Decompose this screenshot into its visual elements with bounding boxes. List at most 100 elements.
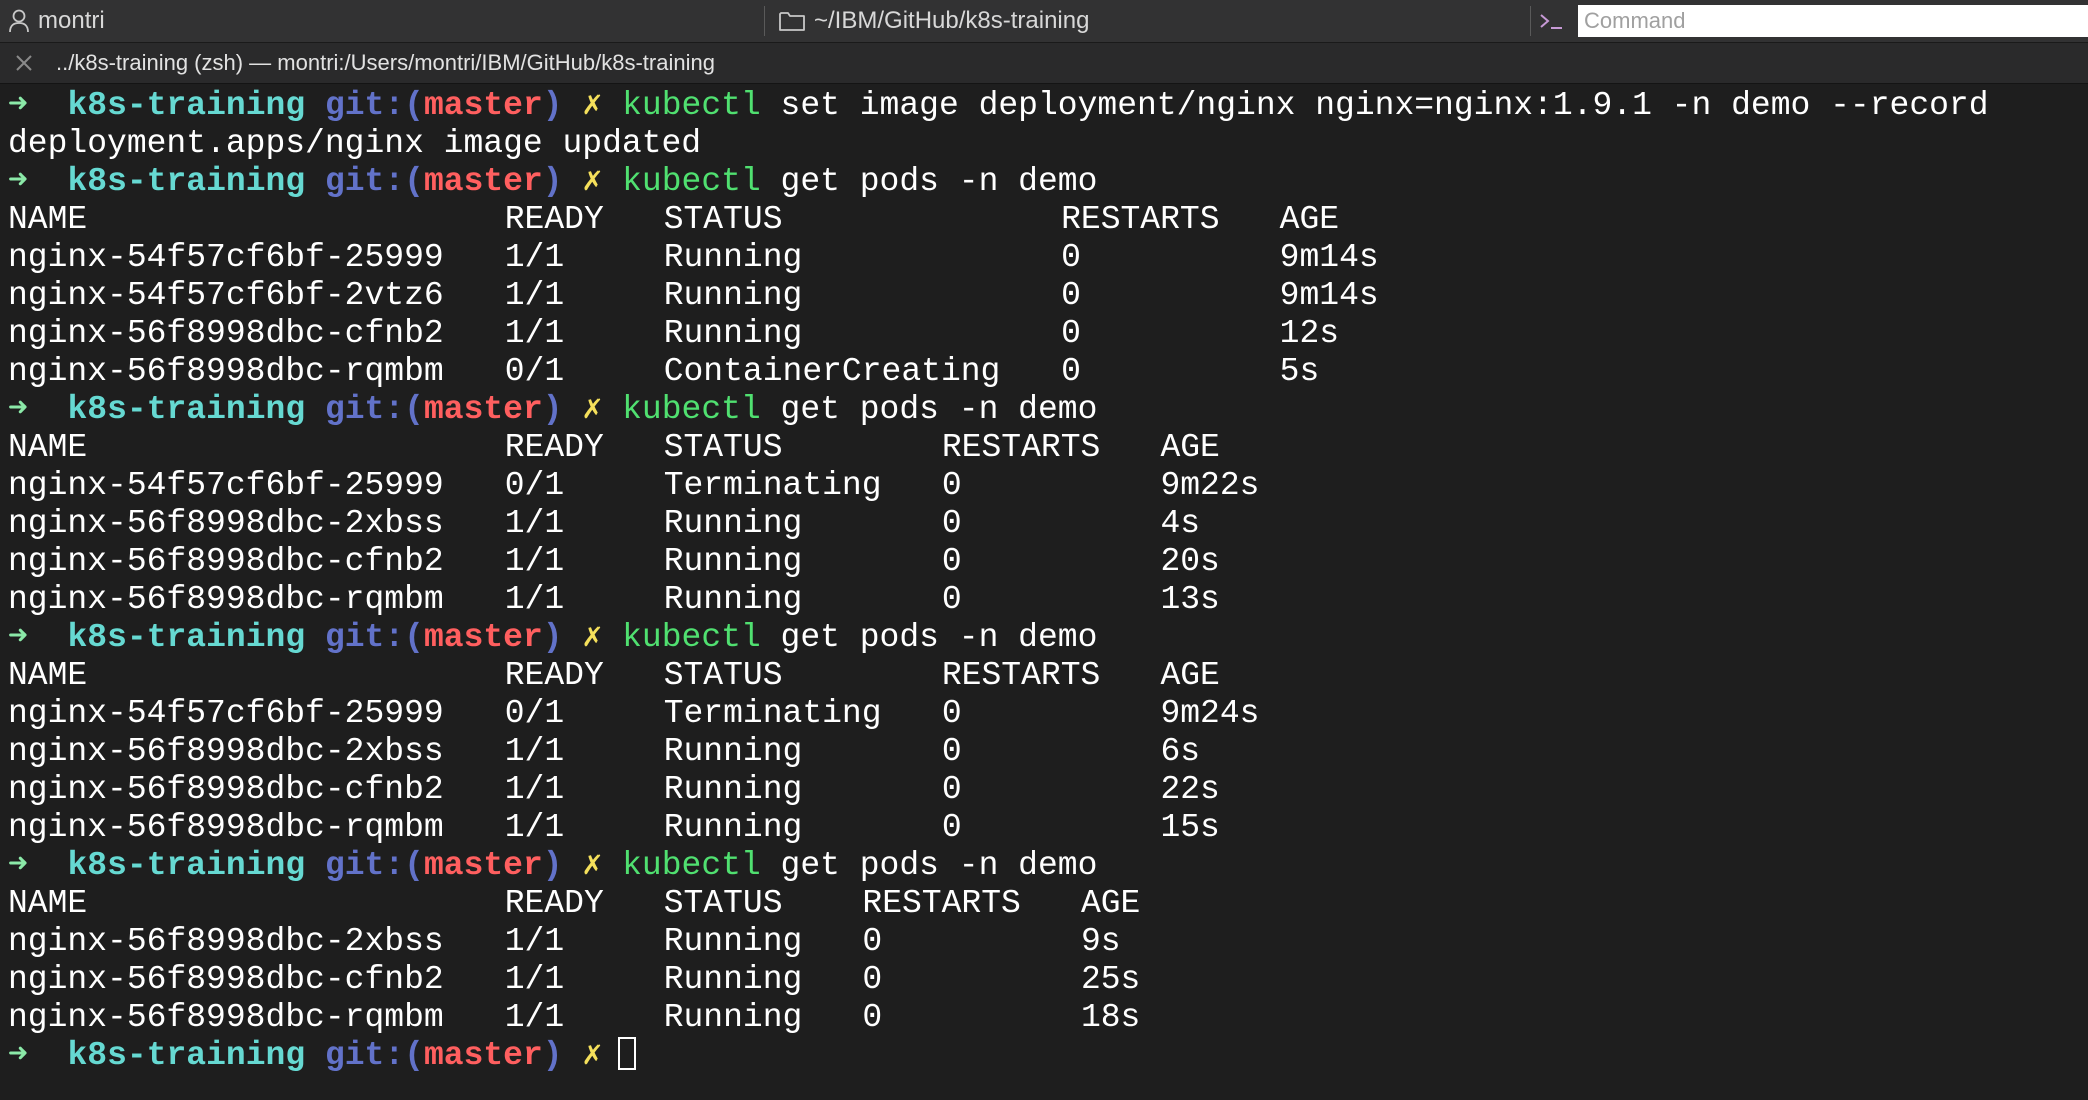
table-cell: 0 <box>1061 353 1081 390</box>
table-cell: ContainerCreating <box>663 353 1001 390</box>
user-icon <box>8 9 30 33</box>
column-header: AGE <box>1160 429 1220 466</box>
table-cell: Running <box>663 581 803 618</box>
column-header: NAME <box>8 429 88 466</box>
table-cell: 0 <box>862 999 883 1036</box>
prompt-git-close: ) <box>542 391 563 428</box>
path-segment[interactable]: ~/IBM/GitHub/k8s-training <box>778 0 1089 42</box>
table-cell: nginx-54f57cf6bf-25999 <box>8 239 444 276</box>
prompt-line: ➜ k8s-training git:(master) ✗ <box>8 1037 2080 1075</box>
command-name: kubectl <box>622 847 761 884</box>
command-name: kubectl <box>622 87 761 124</box>
table-cell: nginx-54f57cf6bf-2vtz6 <box>8 277 444 314</box>
user-segment[interactable]: montri <box>8 0 105 42</box>
prompt-branch: master <box>423 619 543 656</box>
prompt-git-label: git:( <box>324 1037 424 1074</box>
table-cell: Running <box>663 315 803 352</box>
current-path: ~/IBM/GitHub/k8s-training <box>814 7 1090 34</box>
table-cell: 0/1 <box>504 695 565 732</box>
prompt-line: ➜ k8s-training git:(master) ✗ kubectl ge… <box>8 391 2080 429</box>
table-row: nginx-56f8998dbc-rqmbm 1/1 Running 0 18s <box>8 999 2080 1037</box>
column-header: STATUS <box>663 429 783 466</box>
column-header: READY <box>504 657 604 694</box>
prompt-directory: k8s-training <box>67 847 306 884</box>
column-header: STATUS <box>663 657 783 694</box>
table-row: nginx-56f8998dbc-cfnb2 1/1 Running 0 22s <box>8 771 2080 809</box>
prompt-git-label: git:( <box>324 163 424 200</box>
command-input[interactable] <box>1578 5 2088 37</box>
column-header: READY <box>504 429 604 466</box>
table-cell: 12s <box>1279 315 1340 352</box>
prompt-branch: master <box>423 163 543 200</box>
prompt-dirty-mark: ✗ <box>582 1037 603 1074</box>
table-cell: Terminating <box>663 695 882 732</box>
terminal-output[interactable]: ➜ k8s-training git:(master) ✗ kubectl se… <box>8 87 2080 1097</box>
prompt-directory: k8s-training <box>67 619 306 656</box>
column-header: NAME <box>8 885 88 922</box>
table-cell: 1/1 <box>504 277 565 314</box>
table-cell: 0 <box>862 923 883 960</box>
table-cell: 1/1 <box>504 999 565 1036</box>
column-header: RESTARTS <box>1061 201 1220 238</box>
command-name: kubectl <box>622 391 761 428</box>
column-header: READY <box>504 201 604 238</box>
table-cell: 0 <box>941 733 962 770</box>
table-cell: 1/1 <box>504 923 565 960</box>
table-cell: 0 <box>1061 315 1081 352</box>
table-row: nginx-56f8998dbc-rqmbm 0/1 ContainerCreati… <box>8 353 2080 391</box>
table-cell: nginx-56f8998dbc-2xbss <box>8 733 444 770</box>
tab-title[interactable]: ../k8s-training (zsh) — montri:/Users/mo… <box>56 50 715 76</box>
table-cell: Running <box>663 733 803 770</box>
table-cell: nginx-56f8998dbc-rqmbm <box>8 809 444 846</box>
command-args: get pods -n demo <box>760 163 1098 200</box>
table-cell: nginx-56f8998dbc-cfnb2 <box>8 315 444 352</box>
prompt-line: ➜ k8s-training git:(master) ✗ kubectl se… <box>8 87 2080 125</box>
command-name: kubectl <box>622 163 761 200</box>
table-row: nginx-56f8998dbc-2xbss 1/1 Running 0 6s <box>8 733 2080 771</box>
prompt-arrow: ➜ <box>8 163 28 200</box>
table-cell: 25s <box>1080 961 1141 998</box>
prompt-branch: master <box>423 847 543 884</box>
table-cell: 0 <box>1061 277 1081 314</box>
prompt-git-label: git:( <box>324 619 424 656</box>
table-cell: 1/1 <box>504 733 565 770</box>
table-cell: 1/1 <box>504 239 565 276</box>
prompt-branch: master <box>423 391 543 428</box>
table-cell: 1/1 <box>504 771 565 808</box>
table-cell: Running <box>663 923 803 960</box>
table-cell: 4s <box>1160 505 1201 542</box>
table-cell: 9m22s <box>1160 467 1260 504</box>
prompt-git-close: ) <box>542 163 563 200</box>
table-cell: nginx-56f8998dbc-cfnb2 <box>8 543 444 580</box>
column-header: NAME <box>8 201 88 238</box>
table-cell: Running <box>663 961 803 998</box>
command-args: set image deployment/nginx nginx=nginx:1… <box>760 87 1989 124</box>
status-divider <box>764 6 765 36</box>
table-cell: 0/1 <box>504 467 565 504</box>
prompt-arrow: ➜ <box>8 619 28 656</box>
table-header: NAME READY STATUS RESTARTS AGE <box>8 429 2080 467</box>
close-icon[interactable] <box>12 51 36 75</box>
column-header: RESTARTS <box>862 885 1021 922</box>
table-row: nginx-54f57cf6bf-25999 1/1 Running 0 9m14s <box>8 239 2080 277</box>
prompt-arrow: ➜ <box>8 87 28 124</box>
folder-icon <box>778 10 806 32</box>
table-cell: 9s <box>1080 923 1121 960</box>
status-divider <box>1530 6 1531 36</box>
column-header: STATUS <box>663 885 783 922</box>
table-cell: nginx-56f8998dbc-2xbss <box>8 923 444 960</box>
status-bar: montri ~/IBM/GitHub/k8s-training <box>0 0 2088 43</box>
prompt-git-label: git:( <box>324 87 424 124</box>
prompt-directory: k8s-training <box>67 87 306 124</box>
table-cell: 1/1 <box>504 581 565 618</box>
table-header: NAME READY STATUS RESTARTS AGE <box>8 201 2080 239</box>
prompt-git-close: ) <box>542 619 563 656</box>
table-cell: Running <box>663 809 803 846</box>
table-cell: 20s <box>1160 543 1220 580</box>
table-cell: nginx-54f57cf6bf-25999 <box>8 695 444 732</box>
command-args: get pods -n demo <box>760 619 1098 656</box>
table-row: nginx-54f57cf6bf-25999 0/1 Terminating 0 9m2… <box>8 695 2080 733</box>
prompt-line: ➜ k8s-training git:(master) ✗ kubectl ge… <box>8 847 2080 885</box>
table-cell: 18s <box>1080 999 1141 1036</box>
command-name: kubectl <box>622 619 761 656</box>
